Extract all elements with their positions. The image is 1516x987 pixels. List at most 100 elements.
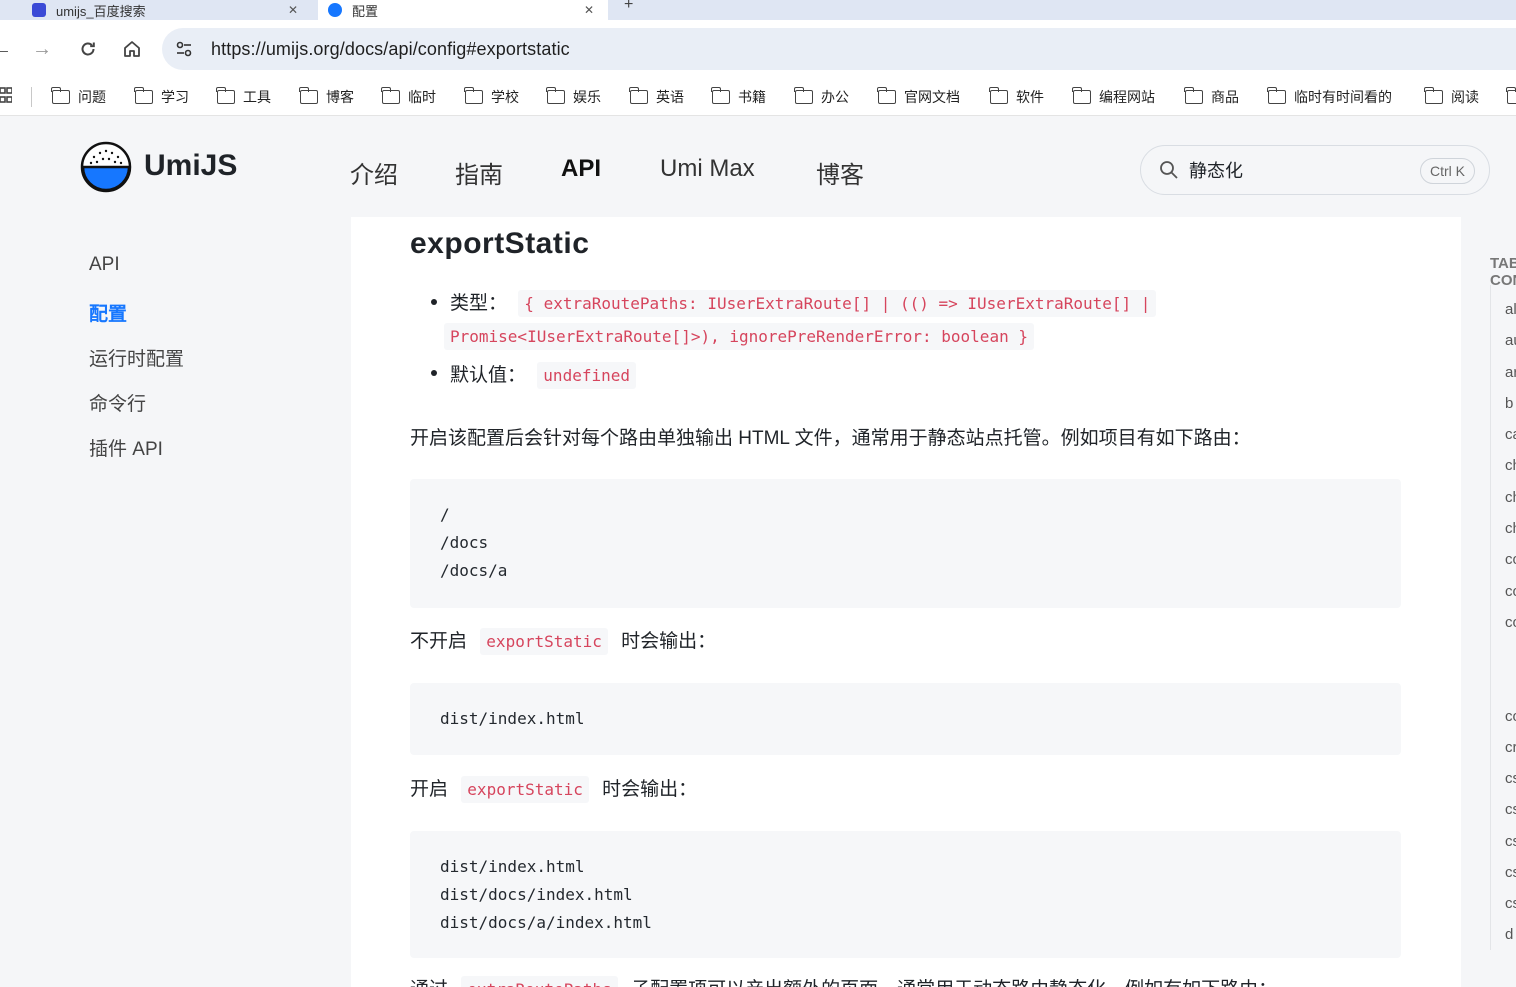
search-input[interactable] <box>1189 156 1409 184</box>
code-text: dist/index.html dist/docs/index.html dis… <box>440 857 652 932</box>
type-code-line1: { extraRoutePaths: IUserExtraRoute[] | (… <box>518 290 1157 317</box>
toc-item[interactable]: cr <box>1505 739 1516 756</box>
sidebar-item-config[interactable]: 配置 <box>89 299 127 326</box>
code-block: dist/index.html <box>410 683 1401 755</box>
default-code: undefined <box>537 362 636 389</box>
bookmark-folder-overflow[interactable] <box>1506 86 1516 108</box>
toc-item[interactable]: al <box>1505 301 1516 318</box>
bookmark-folder[interactable]: 办公 <box>794 86 849 108</box>
umi-logo-icon[interactable] <box>80 141 132 193</box>
sidebar-item-runtime-config[interactable]: 运行时配置 <box>89 344 184 371</box>
tab-title: umijs_百度搜索 <box>56 3 146 19</box>
toc-item[interactable]: co <box>1505 551 1516 568</box>
toc-item[interactable]: ch <box>1505 489 1516 506</box>
toc-item[interactable]: d <box>1505 926 1513 943</box>
sidebar: API 配置 运行时配置 命令行 插件 API <box>0 217 350 987</box>
toc-item[interactable]: co <box>1505 614 1516 631</box>
nav-intro[interactable]: 介绍 <box>350 155 398 190</box>
inline-code: exportStatic <box>480 628 608 655</box>
bookmark-folder[interactable]: 学校 <box>464 86 519 108</box>
bookmark-folder[interactable]: 书籍 <box>711 86 766 108</box>
toc-item[interactable]: b <box>1505 395 1513 412</box>
folder-icon <box>1506 87 1516 104</box>
type-label: 类型： <box>450 293 508 314</box>
bookmark-folder[interactable]: 商品 <box>1184 86 1239 108</box>
toc-item[interactable]: cs <box>1505 770 1516 787</box>
toc-item[interactable]: cs <box>1505 864 1516 881</box>
bookmark-folder[interactable]: 官网文档 <box>877 86 960 108</box>
bookmark-folder[interactable]: 临时 <box>381 86 436 108</box>
bookmark-folder[interactable]: 软件 <box>989 86 1044 108</box>
browser-tab-active[interactable]: 配置 ✕ <box>318 0 608 20</box>
browser-tab[interactable]: umijs_百度搜索 ✕ <box>22 0 312 20</box>
bookmark-folder[interactable]: 问题 <box>51 86 106 108</box>
site-brand[interactable]: UmiJS <box>144 149 237 183</box>
bookmark-folder[interactable]: 博客 <box>299 86 354 108</box>
sidebar-item-plugin-api[interactable]: 插件 API <box>89 434 163 461</box>
reload-icon[interactable] <box>76 37 100 61</box>
tab-close-icon[interactable]: ✕ <box>288 3 298 17</box>
toc-item[interactable]: ch <box>1505 457 1516 474</box>
sidebar-item-api[interactable]: API <box>89 254 120 276</box>
bookmark-folder[interactable]: 临时有时间看的 <box>1267 86 1392 108</box>
code-text: / /docs /docs/a <box>440 505 508 580</box>
doc-content: exportStatic 类型： { extraRoutePaths: IUse… <box>351 217 1461 987</box>
site-info-icon[interactable] <box>174 39 196 59</box>
bookmark-folder[interactable]: 英语 <box>629 86 684 108</box>
home-icon[interactable] <box>120 37 144 61</box>
toc-item[interactable]: co <box>1505 708 1516 725</box>
nav-umi-max[interactable]: Umi Max <box>660 155 755 183</box>
bookmark-folder[interactable]: 阅读 <box>1424 86 1479 108</box>
toc-item[interactable]: cs <box>1505 801 1516 818</box>
inline-code: extraRoutePaths <box>461 976 618 987</box>
toc-item[interactable]: ch <box>1505 520 1516 537</box>
sidebar-item-cli[interactable]: 命令行 <box>89 389 146 416</box>
bookmark-folder[interactable]: 编程网站 <box>1072 86 1155 108</box>
nav-blog[interactable]: 博客 <box>816 155 864 190</box>
paragraph: 不开启 exportStatic 时会输出： <box>410 626 716 655</box>
folder-icon <box>51 87 70 104</box>
bookmark-folder[interactable]: 娱乐 <box>546 86 601 108</box>
type-item: 类型： { extraRoutePaths: IUserExtraRoute[]… <box>450 288 1157 317</box>
folder-icon <box>989 87 1008 104</box>
forward-icon[interactable]: → <box>30 37 54 61</box>
toc-item[interactable]: ar <box>1505 364 1516 381</box>
search-shortcut-badge: Ctrl K <box>1420 158 1475 184</box>
tab-close-icon[interactable]: ✕ <box>584 3 594 17</box>
toc-rail <box>1490 285 1491 950</box>
site-header: UmiJS 介绍 指南 API Umi Max 博客 Ctrl K <box>0 117 1516 217</box>
apps-grid-icon[interactable] <box>0 87 13 110</box>
toc-item[interactable]: ca <box>1505 426 1516 443</box>
new-tab-icon[interactable]: + <box>624 0 633 14</box>
toc-title: TABLE OF CONTENTS <box>1490 255 1516 289</box>
tab-title: 配置 <box>352 3 379 19</box>
section-heading[interactable]: exportStatic <box>410 227 589 261</box>
nav-guide[interactable]: 指南 <box>455 155 503 190</box>
default-label: 默认值： <box>450 365 527 386</box>
search-icon <box>1160 161 1178 179</box>
nav-api[interactable]: API <box>561 155 601 183</box>
bookmark-folder[interactable]: 学习 <box>134 86 189 108</box>
folder-icon <box>1184 87 1203 104</box>
table-of-contents: TABLE OF CONTENTS al au ar b ca ch ch ch… <box>1461 217 1516 987</box>
folder-icon <box>134 87 153 104</box>
browser-toolbar: ← → https://umijs.org/docs/api/config#ex… <box>0 20 1516 78</box>
paragraph: 开启该配置后会针对每个路由单独输出 HTML 文件，通常用于静态站点托管。例如项… <box>410 428 1251 449</box>
toc-item[interactable]: cs <box>1505 895 1516 912</box>
toc-item[interactable]: co <box>1505 583 1516 600</box>
list-bullet <box>431 299 437 305</box>
back-icon[interactable]: ← <box>0 37 14 61</box>
folder-icon <box>629 87 648 104</box>
url-text[interactable]: https://umijs.org/docs/api/config#export… <box>211 39 570 60</box>
folder-icon <box>1424 87 1443 104</box>
site-search[interactable]: Ctrl K <box>1140 145 1490 195</box>
address-bar[interactable]: https://umijs.org/docs/api/config#export… <box>162 28 1516 70</box>
toc-item[interactable]: cs <box>1505 833 1516 850</box>
list-bullet <box>431 370 437 376</box>
bookmarks-bar: 问题 学习 工具 博客 临时 学校 娱乐 英语 书籍 办公 官网文档 软件 编程… <box>0 78 1516 116</box>
folder-icon <box>216 87 235 104</box>
folder-icon <box>1267 87 1286 104</box>
bookmark-folder[interactable]: 工具 <box>216 86 271 108</box>
code-block: / /docs /docs/a <box>410 479 1401 608</box>
toc-item[interactable]: au <box>1505 332 1516 349</box>
